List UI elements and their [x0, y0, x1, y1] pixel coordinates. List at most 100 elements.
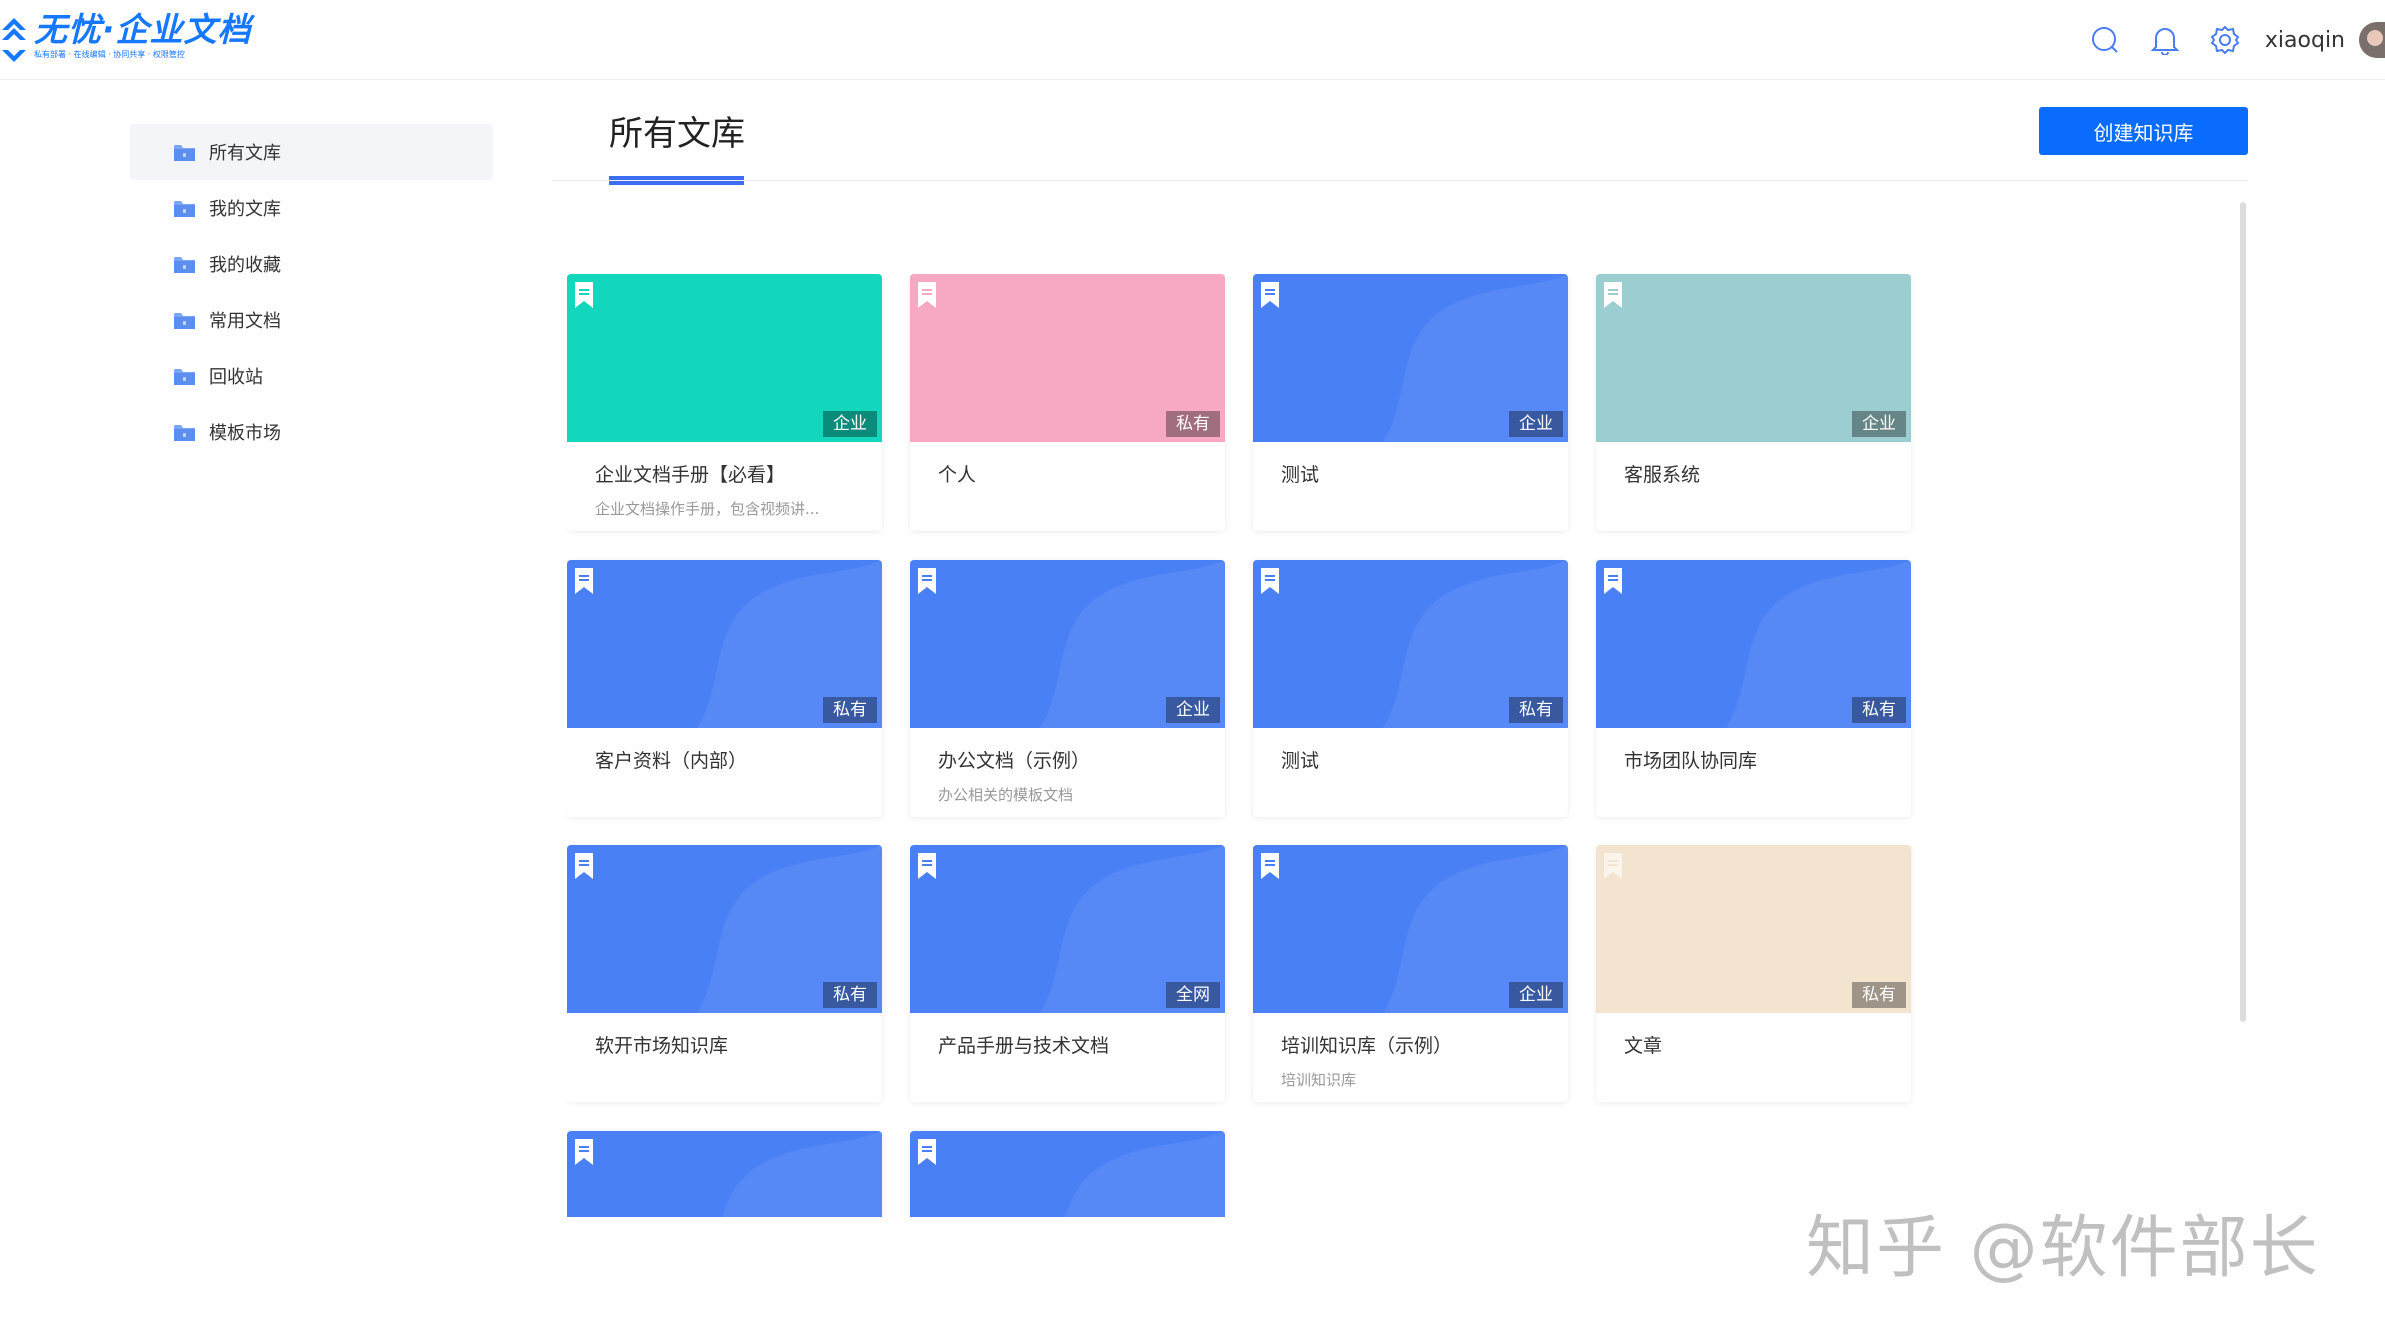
sidebar-item[interactable]: 模板市场 — [130, 404, 493, 460]
library-title: 测试 — [1281, 750, 1320, 772]
bookmark-icon — [1604, 282, 1622, 308]
library-grid: 企业 企业文档手册【必看】 企业文档操作手册，包含视频讲... 私有 个人 企业 测试 企业客… — [567, 274, 1967, 1217]
library-cover[interactable]: 企业 — [1253, 274, 1568, 442]
library-cover[interactable]: 企业 — [910, 560, 1225, 728]
visibility-badge: 全网 — [1166, 982, 1220, 1008]
bookmark-icon — [1261, 282, 1279, 308]
visibility-badge: 私有 — [823, 982, 877, 1008]
library-title: 办公文档（示例） — [938, 750, 1091, 772]
library-title: 测试 — [1281, 464, 1320, 486]
scrollbar[interactable] — [2240, 202, 2246, 1022]
sidebar-item[interactable]: 所有文库 — [130, 124, 493, 180]
visibility-badge: 企业 — [1509, 411, 1563, 437]
library-card[interactable]: 私有 客户资料（内部） — [567, 560, 882, 817]
library-card[interactable] — [910, 1131, 1225, 1217]
folder-icon — [174, 200, 195, 217]
visibility-badge: 私有 — [823, 697, 877, 723]
visibility-badge: 私有 — [1852, 697, 1906, 723]
bookmark-icon — [1604, 853, 1622, 879]
page-title: 所有文库 — [609, 114, 745, 154]
library-cover[interactable]: 私有 — [567, 560, 882, 728]
library-card[interactable]: 企业测试 — [1253, 274, 1568, 531]
bookmark-icon — [1261, 853, 1279, 879]
library-cover[interactable]: 企业 — [1596, 274, 1911, 442]
bookmark-icon — [918, 853, 936, 879]
library-title: 个人 — [938, 464, 977, 486]
username[interactable]: xiaoqin — [2265, 28, 2345, 53]
library-cover[interactable]: 私有 — [1253, 560, 1568, 728]
bookmark-icon — [918, 282, 936, 308]
library-cover[interactable] — [567, 1131, 882, 1217]
gear-icon[interactable] — [2205, 20, 2245, 60]
folder-icon — [174, 424, 195, 441]
library-cover[interactable]: 私有 — [910, 274, 1225, 442]
library-card[interactable] — [567, 1131, 882, 1217]
sidebar-item[interactable]: 常用文档 — [130, 292, 493, 348]
sidebar-item-label: 常用文档 — [209, 311, 281, 332]
library-card[interactable]: 企业企业文档手册【必看】企业文档操作手册，包含视频讲... — [567, 274, 882, 531]
library-card[interactable]: 私有测试 — [1253, 560, 1568, 817]
search-icon[interactable] — [2085, 20, 2125, 60]
bookmark-icon — [918, 1139, 936, 1165]
library-cover[interactable]: 私有 — [1596, 845, 1911, 1013]
bookmark-icon — [575, 282, 593, 308]
sidebar-item-label: 我的文库 — [209, 199, 281, 220]
library-card[interactable]: 私有个人 — [910, 274, 1225, 531]
library-card[interactable]: 全网产品手册与技术文档 — [910, 845, 1225, 1102]
library-title: 企业文档手册【必看】 — [595, 464, 786, 486]
library-description: 企业文档操作手册，包含视频讲... — [595, 500, 820, 518]
avatar[interactable] — [2359, 22, 2385, 58]
logo-subtitle: 私有部署 · 在线编辑 · 协同共享 · 权限管控 — [34, 50, 185, 59]
logo-title: 无忧·企业文档 — [34, 10, 252, 49]
library-card[interactable]: 企业办公文档（示例） 办公相关的模板文档 — [910, 560, 1225, 817]
create-library-button[interactable]: 创建知识库 — [2039, 107, 2248, 155]
sidebar-item[interactable]: 回收站 — [130, 348, 493, 404]
bell-icon[interactable] — [2145, 20, 2185, 60]
visibility-badge: 私有 — [1852, 982, 1906, 1008]
folder-icon — [174, 368, 195, 385]
folder-icon — [174, 312, 195, 329]
library-title: 文章 — [1624, 1035, 1663, 1057]
bookmark-icon — [575, 1139, 593, 1165]
sidebar-item-label: 模板市场 — [209, 423, 281, 444]
library-cover[interactable]: 私有 — [1596, 560, 1911, 728]
library-title: 培训知识库（示例） — [1281, 1035, 1453, 1057]
top-header: 无忧·企业文档 私有部署 · 在线编辑 · 协同共享 · 权限管控 xiaoqi… — [0, 0, 2385, 80]
library-description: 办公相关的模板文档 — [938, 786, 1074, 804]
sidebar-item[interactable]: 我的收藏 — [130, 236, 493, 292]
visibility-badge: 企业 — [1166, 697, 1220, 723]
library-cover[interactable]: 企业 — [1253, 845, 1568, 1013]
library-title: 软开市场知识库 — [595, 1035, 729, 1057]
sidebar: 所有文库我的文库我的收藏常用文档回收站模板市场 — [130, 124, 493, 460]
library-cover[interactable]: 全网 — [910, 845, 1225, 1013]
library-cover[interactable] — [910, 1131, 1225, 1217]
sidebar-item-label: 所有文库 — [209, 143, 281, 164]
bookmark-icon — [575, 568, 593, 594]
visibility-badge: 私有 — [1166, 411, 1220, 437]
library-card[interactable]: 私有软开市场知识库 — [567, 845, 882, 1102]
library-card[interactable]: 私有市场团队协同库 — [1596, 560, 1911, 817]
sidebar-item-label: 回收站 — [209, 367, 263, 388]
library-title: 产品手册与技术文档 — [938, 1035, 1110, 1057]
library-cover[interactable]: 私有 — [567, 845, 882, 1013]
library-title: 客服系统 — [1624, 464, 1701, 486]
app-logo[interactable]: 无忧·企业文档 私有部署 · 在线编辑 · 协同共享 · 权限管控 — [0, 10, 252, 66]
sidebar-item-label: 我的收藏 — [209, 255, 281, 276]
library-cover[interactable]: 企业 — [567, 274, 882, 442]
library-card[interactable]: 企业客服系统 — [1596, 274, 1911, 531]
bookmark-icon — [918, 568, 936, 594]
bookmark-icon — [1604, 568, 1622, 594]
folder-icon — [174, 144, 195, 161]
bookmark-icon — [1261, 568, 1279, 594]
watermark-text: 知乎 @软件部长 — [1806, 1209, 2320, 1288]
library-description: 培训知识库 — [1281, 1071, 1357, 1089]
logo-mark-icon — [0, 10, 30, 62]
visibility-badge: 企业 — [1852, 411, 1906, 437]
sidebar-item[interactable]: 我的文库 — [130, 180, 493, 236]
library-card[interactable]: 企业培训知识库（示例） 培训知识库 — [1253, 845, 1568, 1102]
library-title: 市场团队协同库 — [1624, 750, 1758, 772]
folder-icon — [174, 256, 195, 273]
bookmark-icon — [575, 853, 593, 879]
visibility-badge: 私有 — [1509, 697, 1563, 723]
library-card[interactable]: 私有文章 — [1596, 845, 1911, 1102]
